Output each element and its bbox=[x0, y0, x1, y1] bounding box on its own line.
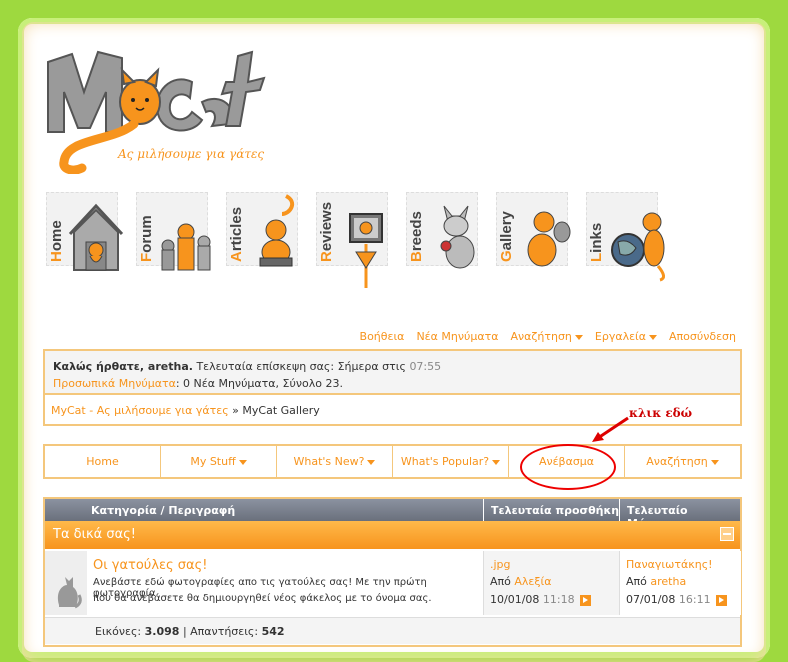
nav-links-label: Links bbox=[588, 222, 605, 262]
top-links: Βοήθεια Νέα Μηνύματα Αναζήτηση Εργαλεία … bbox=[360, 330, 736, 344]
header-last-added: Τελευταία προσθήκη bbox=[491, 504, 620, 517]
search-dropdown[interactable]: Αναζήτηση bbox=[510, 330, 583, 344]
menu-whats-popular[interactable]: What's Popular? bbox=[393, 446, 509, 477]
replies-count: 542 bbox=[261, 625, 285, 638]
chevron-down-icon bbox=[238, 459, 247, 465]
by-label: Από bbox=[626, 575, 647, 588]
by-label: Από bbox=[490, 575, 511, 588]
welcome-line: Καλώς ήρθατε, aretha. Τελευταία επίσκεψη… bbox=[53, 360, 441, 373]
images-label: Εικόνες: bbox=[95, 625, 142, 638]
go-to-icon[interactable] bbox=[580, 594, 592, 606]
table-row: Οι γατούλες σας! Ανεβάστε εδώ φωτογραφίε… bbox=[45, 551, 741, 615]
red-arrow-icon bbox=[592, 416, 629, 442]
breadcrumb-current: MyCat Gallery bbox=[242, 404, 320, 417]
menu-whats-new-label: What's New? bbox=[293, 455, 365, 468]
category-description-cell: Οι γατούλες σας! Ανεβάστε εδώ φωτογραφίε… bbox=[87, 551, 483, 615]
nav-gallery-label: Gallery bbox=[498, 211, 515, 262]
welcome-greeting: Καλώς ήρθατε, aretha. bbox=[53, 360, 193, 373]
nav-breeds-label: Breeds bbox=[408, 211, 425, 262]
last-visit-time: 07:55 bbox=[409, 360, 442, 373]
header-divider bbox=[483, 499, 484, 521]
breadcrumb-separator: » bbox=[232, 404, 239, 417]
category-stats: Εικόνες: 3.098 | Απαντήσεις: 542 bbox=[45, 617, 740, 644]
nav-home[interactable]: Home bbox=[44, 186, 124, 291]
welcome-box: Καλώς ήρθατε, aretha. Τελευταία επίσκεψη… bbox=[43, 349, 742, 395]
chevron-down-icon bbox=[492, 459, 501, 465]
table-header: Κατηγορία / Περιγραφή Τελευταία προσθήκη… bbox=[45, 499, 740, 530]
go-to-icon[interactable] bbox=[716, 594, 728, 606]
category-table: Κατηγορία / Περιγραφή Τελευταία προσθήκη… bbox=[43, 497, 742, 647]
chevron-down-icon bbox=[649, 334, 658, 340]
menu-whats-new[interactable]: What's New? bbox=[277, 446, 393, 477]
nav-gallery[interactable]: Gallery bbox=[494, 186, 574, 291]
added-time: 11:18 bbox=[542, 593, 575, 606]
last-visit-label: Τελευταία επίσκεψη σας: Σήμερα στις bbox=[196, 360, 406, 373]
chevron-down-icon bbox=[574, 334, 583, 340]
images-count: 3.098 bbox=[144, 625, 180, 638]
nav-breeds[interactable]: Breeds bbox=[404, 186, 484, 291]
mycat-logo[interactable]: Ας μιλήσουμε για γάτες bbox=[42, 42, 278, 175]
section-title: Τα δικά σας! bbox=[53, 527, 137, 542]
cat-silhouette-icon bbox=[57, 577, 82, 609]
nav-articles[interactable]: Articles bbox=[224, 186, 304, 291]
category-cell-icon bbox=[45, 551, 87, 615]
header-category: Κατηγορία / Περιγραφή bbox=[91, 504, 236, 517]
cat-camera-icon bbox=[527, 211, 571, 267]
tools-dropdown[interactable]: Εργαλεία bbox=[594, 330, 658, 344]
nav-home-label: Home bbox=[48, 220, 65, 262]
nav-reviews-label: Reviews bbox=[318, 201, 335, 262]
new-posts-link[interactable]: Νέα Μηνύματα bbox=[416, 330, 498, 344]
pm-info: : 0 Νέα Μηνύματα, Σύνολο 23. bbox=[175, 377, 343, 390]
cat-globe-icon bbox=[611, 212, 665, 282]
menu-search[interactable]: Αναζήτηση bbox=[625, 446, 740, 477]
logo-tagline: Ας μιλήσουμε για γάτες bbox=[117, 147, 264, 161]
menu-my-stuff-label: My Stuff bbox=[190, 455, 236, 468]
gallery-menu-bar: Home My Stuff What's New? What's Popular… bbox=[43, 444, 742, 479]
nav-links[interactable]: Links bbox=[584, 186, 665, 291]
category-desc-line2: που θα ανεβάσετε θα δημιουργηθεί νέος φά… bbox=[93, 593, 432, 604]
added-date: 10/01/08 bbox=[490, 593, 540, 606]
post-time: 16:11 bbox=[678, 593, 711, 606]
menu-whats-popular-label: What's Popular? bbox=[400, 455, 490, 468]
replies-label: Απαντήσεις: bbox=[190, 625, 259, 638]
post-by-user-link[interactable]: aretha bbox=[650, 575, 686, 588]
upload-highlight-circle bbox=[520, 444, 616, 490]
nav-reviews[interactable]: Reviews bbox=[314, 186, 394, 291]
last-post-cell: Παναγιωτάκης! Από aretha 07/01/08 16:11 bbox=[619, 551, 741, 615]
last-added-cell: .jpg Από Αλεξία 10/01/08 11:18 bbox=[483, 551, 620, 615]
cats-group-icon bbox=[161, 223, 211, 271]
logout-link[interactable]: Αποσύνδεση bbox=[669, 330, 736, 344]
header-divider bbox=[619, 499, 620, 521]
menu-home[interactable]: Home bbox=[45, 446, 161, 477]
cat-reading-icon bbox=[259, 194, 295, 267]
help-link[interactable]: Βοήθεια bbox=[360, 330, 405, 344]
collapse-icon[interactable] bbox=[720, 527, 734, 541]
cat-tv-icon bbox=[349, 213, 383, 288]
category-title-link[interactable]: Οι γατούλες σας! bbox=[93, 558, 207, 573]
added-by-user-link[interactable]: Αλεξία bbox=[514, 575, 551, 588]
post-date: 07/01/08 bbox=[626, 593, 676, 606]
search-label: Αναζήτηση bbox=[510, 330, 572, 343]
chevron-down-icon bbox=[710, 459, 719, 465]
siamese-cat-icon bbox=[440, 205, 475, 269]
menu-search-label: Αναζήτηση bbox=[646, 455, 708, 468]
chevron-down-icon bbox=[367, 459, 376, 465]
click-here-annotation: κλικ εδώ bbox=[629, 406, 693, 420]
private-messages-link[interactable]: Προσωπικά Μηνύματα bbox=[53, 377, 176, 390]
pm-line: Προσωπικά Μηνύματα: 0 Νέα Μηνύματα, Σύνο… bbox=[53, 377, 343, 390]
tools-label: Εργαλεία bbox=[594, 330, 647, 343]
nav-forum[interactable]: Forum bbox=[134, 186, 214, 291]
last-added-file-link[interactable]: .jpg bbox=[490, 558, 511, 571]
breadcrumb-home-link[interactable]: MyCat - Ας μιλήσουμε για γάτες bbox=[51, 404, 229, 417]
last-post-title-link[interactable]: Παναγιωτάκης! bbox=[626, 558, 713, 571]
nav-forum-label: Forum bbox=[138, 215, 155, 262]
nav-articles-label: Articles bbox=[228, 206, 245, 262]
stats-separator: | bbox=[182, 625, 187, 638]
house-cat-icon bbox=[68, 203, 124, 271]
menu-my-stuff[interactable]: My Stuff bbox=[161, 446, 277, 477]
section-header: Τα δικά σας! bbox=[45, 521, 740, 549]
